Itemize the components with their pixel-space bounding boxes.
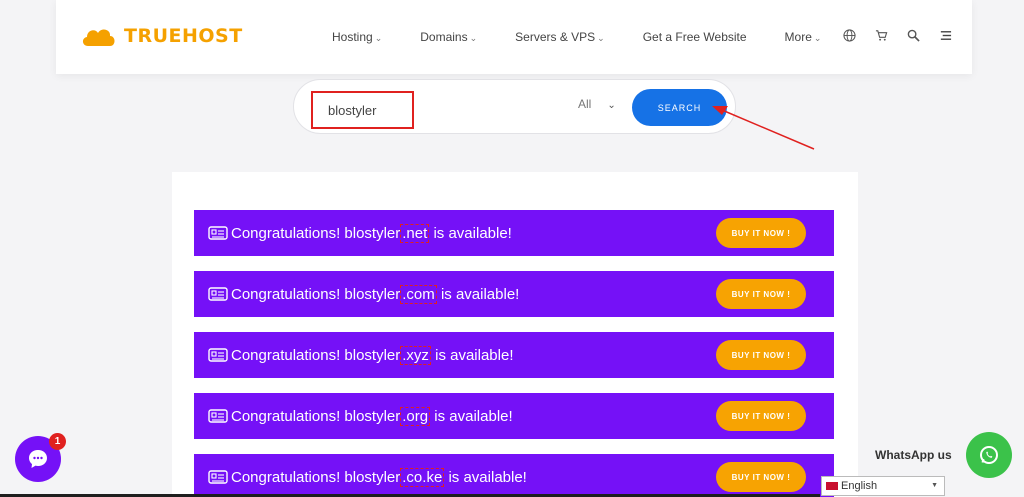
nav-item-more[interactable]: More ⌄ xyxy=(785,30,822,44)
domain-card-icon xyxy=(208,287,228,301)
message-suffix: is available! xyxy=(430,407,513,425)
chevron-down-icon: ⌄ xyxy=(597,33,605,43)
message-suffix: is available! xyxy=(436,285,520,303)
message-prefix: Congratulations! blostyler xyxy=(231,346,401,364)
tld-highlight: .co.ke xyxy=(400,467,445,487)
nav-label: Hosting xyxy=(332,30,373,44)
nav-item-domains[interactable]: Domains ⌄ xyxy=(420,30,477,44)
header-icons xyxy=(842,28,952,42)
nav-label: Servers & VPS xyxy=(515,30,596,44)
domain-card-icon xyxy=(208,470,228,484)
message-prefix: Congratulations! blostyler xyxy=(231,468,401,486)
menu-icon[interactable] xyxy=(938,28,952,42)
tld-highlight: .com xyxy=(400,284,437,304)
notification-badge: 1 xyxy=(49,433,66,450)
domain-results-card: Congratulations! blostyler .net is availa… xyxy=(172,172,858,497)
whatsapp-icon xyxy=(980,446,998,464)
message-suffix: is available! xyxy=(444,468,527,486)
result-row: Congratulations! blostyler .net is availa… xyxy=(194,210,834,256)
availability-message: Congratulations! blostyler .org is availa… xyxy=(231,406,513,426)
cloud-logo-icon xyxy=(82,29,115,46)
message-prefix: Congratulations! blostyler xyxy=(231,224,401,242)
chevron-down-icon: ⌄ xyxy=(469,33,478,43)
result-row: Congratulations! blostyler .com is availa… xyxy=(194,271,834,317)
result-row: Congratulations! blostyler .org is availa… xyxy=(194,393,834,439)
domain-search-bar: All⌄ SEARCH xyxy=(293,79,736,134)
buy-now-button[interactable]: BUY IT NOW ! xyxy=(716,218,806,248)
message-suffix: is available! xyxy=(430,346,514,364)
tld-highlight: .net xyxy=(400,223,430,243)
tld-filter-value: All xyxy=(578,97,592,111)
cart-icon[interactable] xyxy=(874,28,888,42)
logo-text: TRUEHOST xyxy=(124,25,243,47)
uk-flag-icon xyxy=(826,482,838,490)
search-icon[interactable] xyxy=(906,28,920,42)
tld-highlight: .xyz xyxy=(400,345,431,365)
nav-label: Get a Free Website xyxy=(642,30,747,44)
nav-item-hosting[interactable]: Hosting ⌄ xyxy=(332,30,382,44)
nav-label: More xyxy=(784,30,812,44)
nav-item-free-website[interactable]: Get a Free Website xyxy=(643,30,747,44)
site-header: TRUEHOST Hosting ⌄ Domains ⌄ Servers & VPS… xyxy=(56,0,972,74)
whatsapp-button[interactable] xyxy=(966,432,1012,478)
tld-highlight: .org xyxy=(400,406,431,426)
language-value: English xyxy=(841,480,878,492)
buy-now-button[interactable]: BUY IT NOW ! xyxy=(716,462,806,492)
chevron-down-icon: ⌄ xyxy=(607,100,616,111)
domain-search-input[interactable] xyxy=(311,91,414,129)
buy-now-button[interactable]: BUY IT NOW ! xyxy=(716,340,806,370)
domain-card-icon xyxy=(208,348,228,362)
availability-message: Congratulations! blostyler .com is availa… xyxy=(231,284,520,304)
nav-item-servers-vps[interactable]: Servers & VPS ⌄ xyxy=(515,30,605,44)
globe-icon[interactable] xyxy=(842,28,856,42)
chat-bubble-icon xyxy=(29,450,47,468)
availability-message: Congratulations! blostyler .net is availa… xyxy=(231,223,512,243)
result-row: Congratulations! blostyler .xyz is availa… xyxy=(194,332,834,378)
buy-now-button[interactable]: BUY IT NOW ! xyxy=(716,279,806,309)
message-prefix: Congratulations! blostyler xyxy=(231,407,401,425)
main-nav: Hosting ⌄ Domains ⌄ Servers & VPS ⌄ Get a F… xyxy=(332,30,859,44)
dropdown-arrow-icon: ▼ xyxy=(931,482,938,489)
whatsapp-label[interactable]: WhatsApp us xyxy=(875,448,952,462)
message-prefix: Congratulations! blostyler xyxy=(231,285,401,303)
annotation-arrow xyxy=(712,106,815,150)
result-row: Congratulations! blostyler .co.ke is avai… xyxy=(194,454,834,497)
chevron-down-icon: ⌄ xyxy=(374,33,383,43)
chevron-down-icon: ⌄ xyxy=(813,33,822,43)
availability-message: Congratulations! blostyler .co.ke is avai… xyxy=(231,467,527,487)
domain-card-icon xyxy=(208,409,228,423)
domain-card-icon xyxy=(208,226,228,240)
buy-now-button[interactable]: BUY IT NOW ! xyxy=(716,401,806,431)
availability-message: Congratulations! blostyler .xyz is availa… xyxy=(231,345,514,365)
language-select[interactable]: English ▼ xyxy=(821,476,945,496)
truehost-logo[interactable]: TRUEHOST xyxy=(80,24,243,48)
nav-label: Domains xyxy=(420,30,468,44)
message-suffix: is available! xyxy=(429,224,512,242)
tld-filter-select[interactable]: All ⌄ xyxy=(578,97,616,111)
